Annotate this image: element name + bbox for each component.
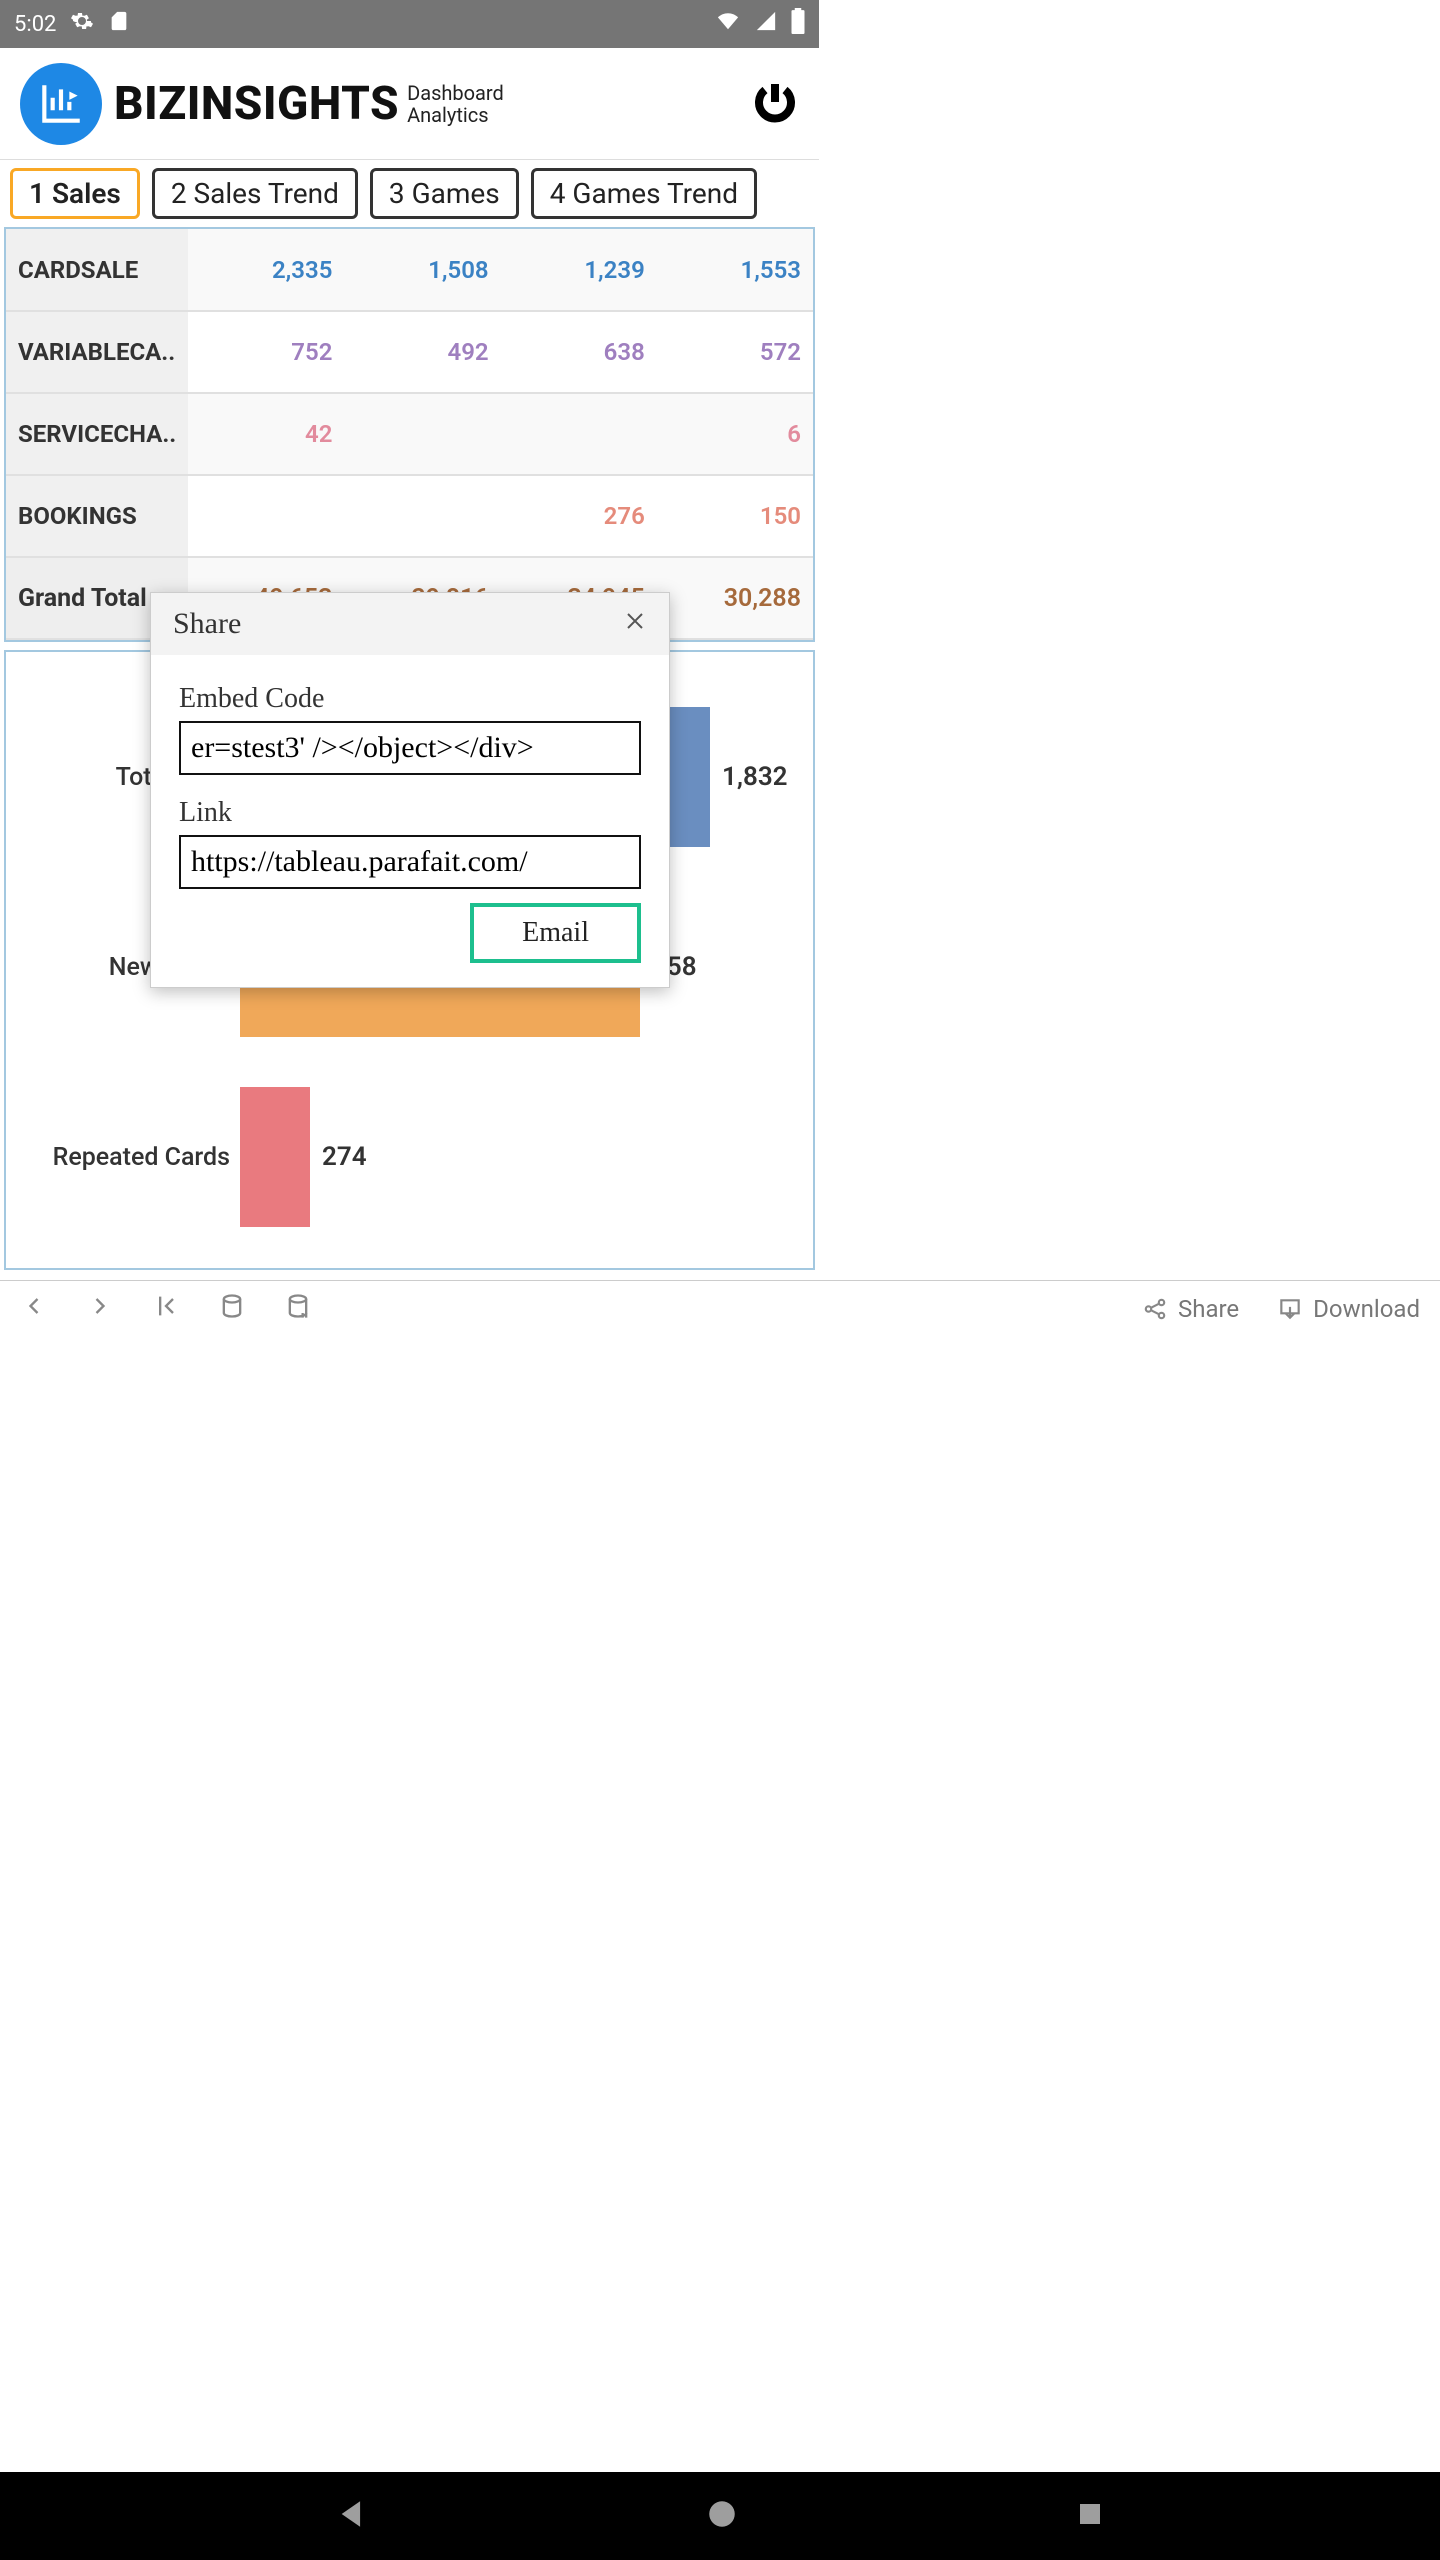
cell: 2,335 [188, 229, 344, 311]
nav-recent-icon[interactable] [1075, 2499, 1105, 2533]
table-row: VARIABLECA.. 752 492 638 572 [6, 311, 813, 393]
first-page-icon[interactable] [152, 1292, 180, 1326]
gear-icon [70, 9, 94, 39]
cell [344, 475, 500, 557]
power-button[interactable] [751, 78, 799, 130]
brand-sub2: Analytics [407, 104, 504, 126]
cell-signal-icon [755, 10, 777, 38]
bar [240, 1087, 310, 1227]
forward-arrow-icon[interactable] [86, 1292, 114, 1326]
tab-sales[interactable]: 1 Sales [10, 168, 140, 219]
embed-code-label: Embed Code [179, 683, 641, 715]
android-status-bar: 5:02 [0, 0, 819, 48]
table-row: SERVICECHA.. 42 6 [6, 393, 813, 475]
bar-value: 274 [322, 1142, 367, 1172]
share-button[interactable]: Share [1142, 1295, 1239, 1323]
bar-label: Repeated Cards [6, 1143, 240, 1172]
tab-sales-trend[interactable]: 2 Sales Trend [152, 168, 358, 219]
link-label: Link [179, 797, 641, 829]
cell [344, 393, 500, 475]
table-row: CARDSALE 2,335 1,508 1,239 1,553 [6, 229, 813, 311]
cell: 1,239 [501, 229, 657, 311]
cell: 150 [657, 475, 813, 557]
download-label: Download [1313, 1295, 1420, 1323]
embed-code-input[interactable] [179, 721, 641, 775]
dialog-title: Share [173, 607, 241, 641]
bar-value: 1,832 [722, 762, 788, 792]
cell: 42 [188, 393, 344, 475]
app-header: BIZINSIGHTS Dashboard Analytics [0, 48, 819, 160]
row-header: SERVICECHA.. [6, 393, 188, 475]
share-dialog: Share Embed Code Link Email [150, 592, 670, 988]
cell: 572 [657, 311, 813, 393]
cell: 492 [344, 311, 500, 393]
wifi-icon [715, 10, 741, 38]
bottom-toolbar: Share Download [0, 1280, 1440, 1336]
brand-logo-icon [20, 63, 102, 145]
tab-bar: 1 Sales 2 Sales Trend 3 Games 4 Games Tr… [0, 160, 819, 223]
sales-table: CARDSALE 2,335 1,508 1,239 1,553 VARIABL… [6, 229, 813, 640]
cell: 1,553 [657, 229, 813, 311]
pause-db-icon[interactable] [284, 1292, 312, 1326]
status-time: 5:02 [14, 12, 56, 37]
table-row: BOOKINGS 276 150 [6, 475, 813, 557]
battery-icon [791, 8, 805, 40]
cell [501, 393, 657, 475]
android-nav-bar [0, 2472, 1440, 2560]
refresh-db-icon[interactable] [218, 1292, 246, 1326]
cell: 6 [657, 393, 813, 475]
cell: 1,508 [344, 229, 500, 311]
link-input[interactable] [179, 835, 641, 889]
cell: 30,288 [657, 557, 813, 639]
cell: 638 [501, 311, 657, 393]
cell [188, 475, 344, 557]
email-button[interactable]: Email [470, 903, 641, 963]
row-header: CARDSALE [6, 229, 188, 311]
cell: 752 [188, 311, 344, 393]
cell: 276 [501, 475, 657, 557]
nav-home-icon[interactable] [705, 2497, 739, 2535]
nav-back-icon[interactable] [336, 2497, 370, 2535]
sales-table-panel: CARDSALE 2,335 1,508 1,239 1,553 VARIABL… [4, 227, 815, 642]
tab-games[interactable]: 3 Games [370, 168, 519, 219]
row-header: VARIABLECA.. [6, 311, 188, 393]
row-header: BOOKINGS [6, 475, 188, 557]
share-label: Share [1178, 1295, 1239, 1323]
close-icon[interactable] [623, 609, 647, 640]
back-arrow-icon[interactable] [20, 1292, 48, 1326]
brand-sub1: Dashboard [407, 82, 504, 104]
sd-card-icon [108, 9, 130, 39]
tab-games-trend[interactable]: 4 Games Trend [531, 168, 757, 219]
brand-name: BIZINSIGHTS [114, 77, 399, 131]
download-button[interactable]: Download [1277, 1295, 1420, 1323]
